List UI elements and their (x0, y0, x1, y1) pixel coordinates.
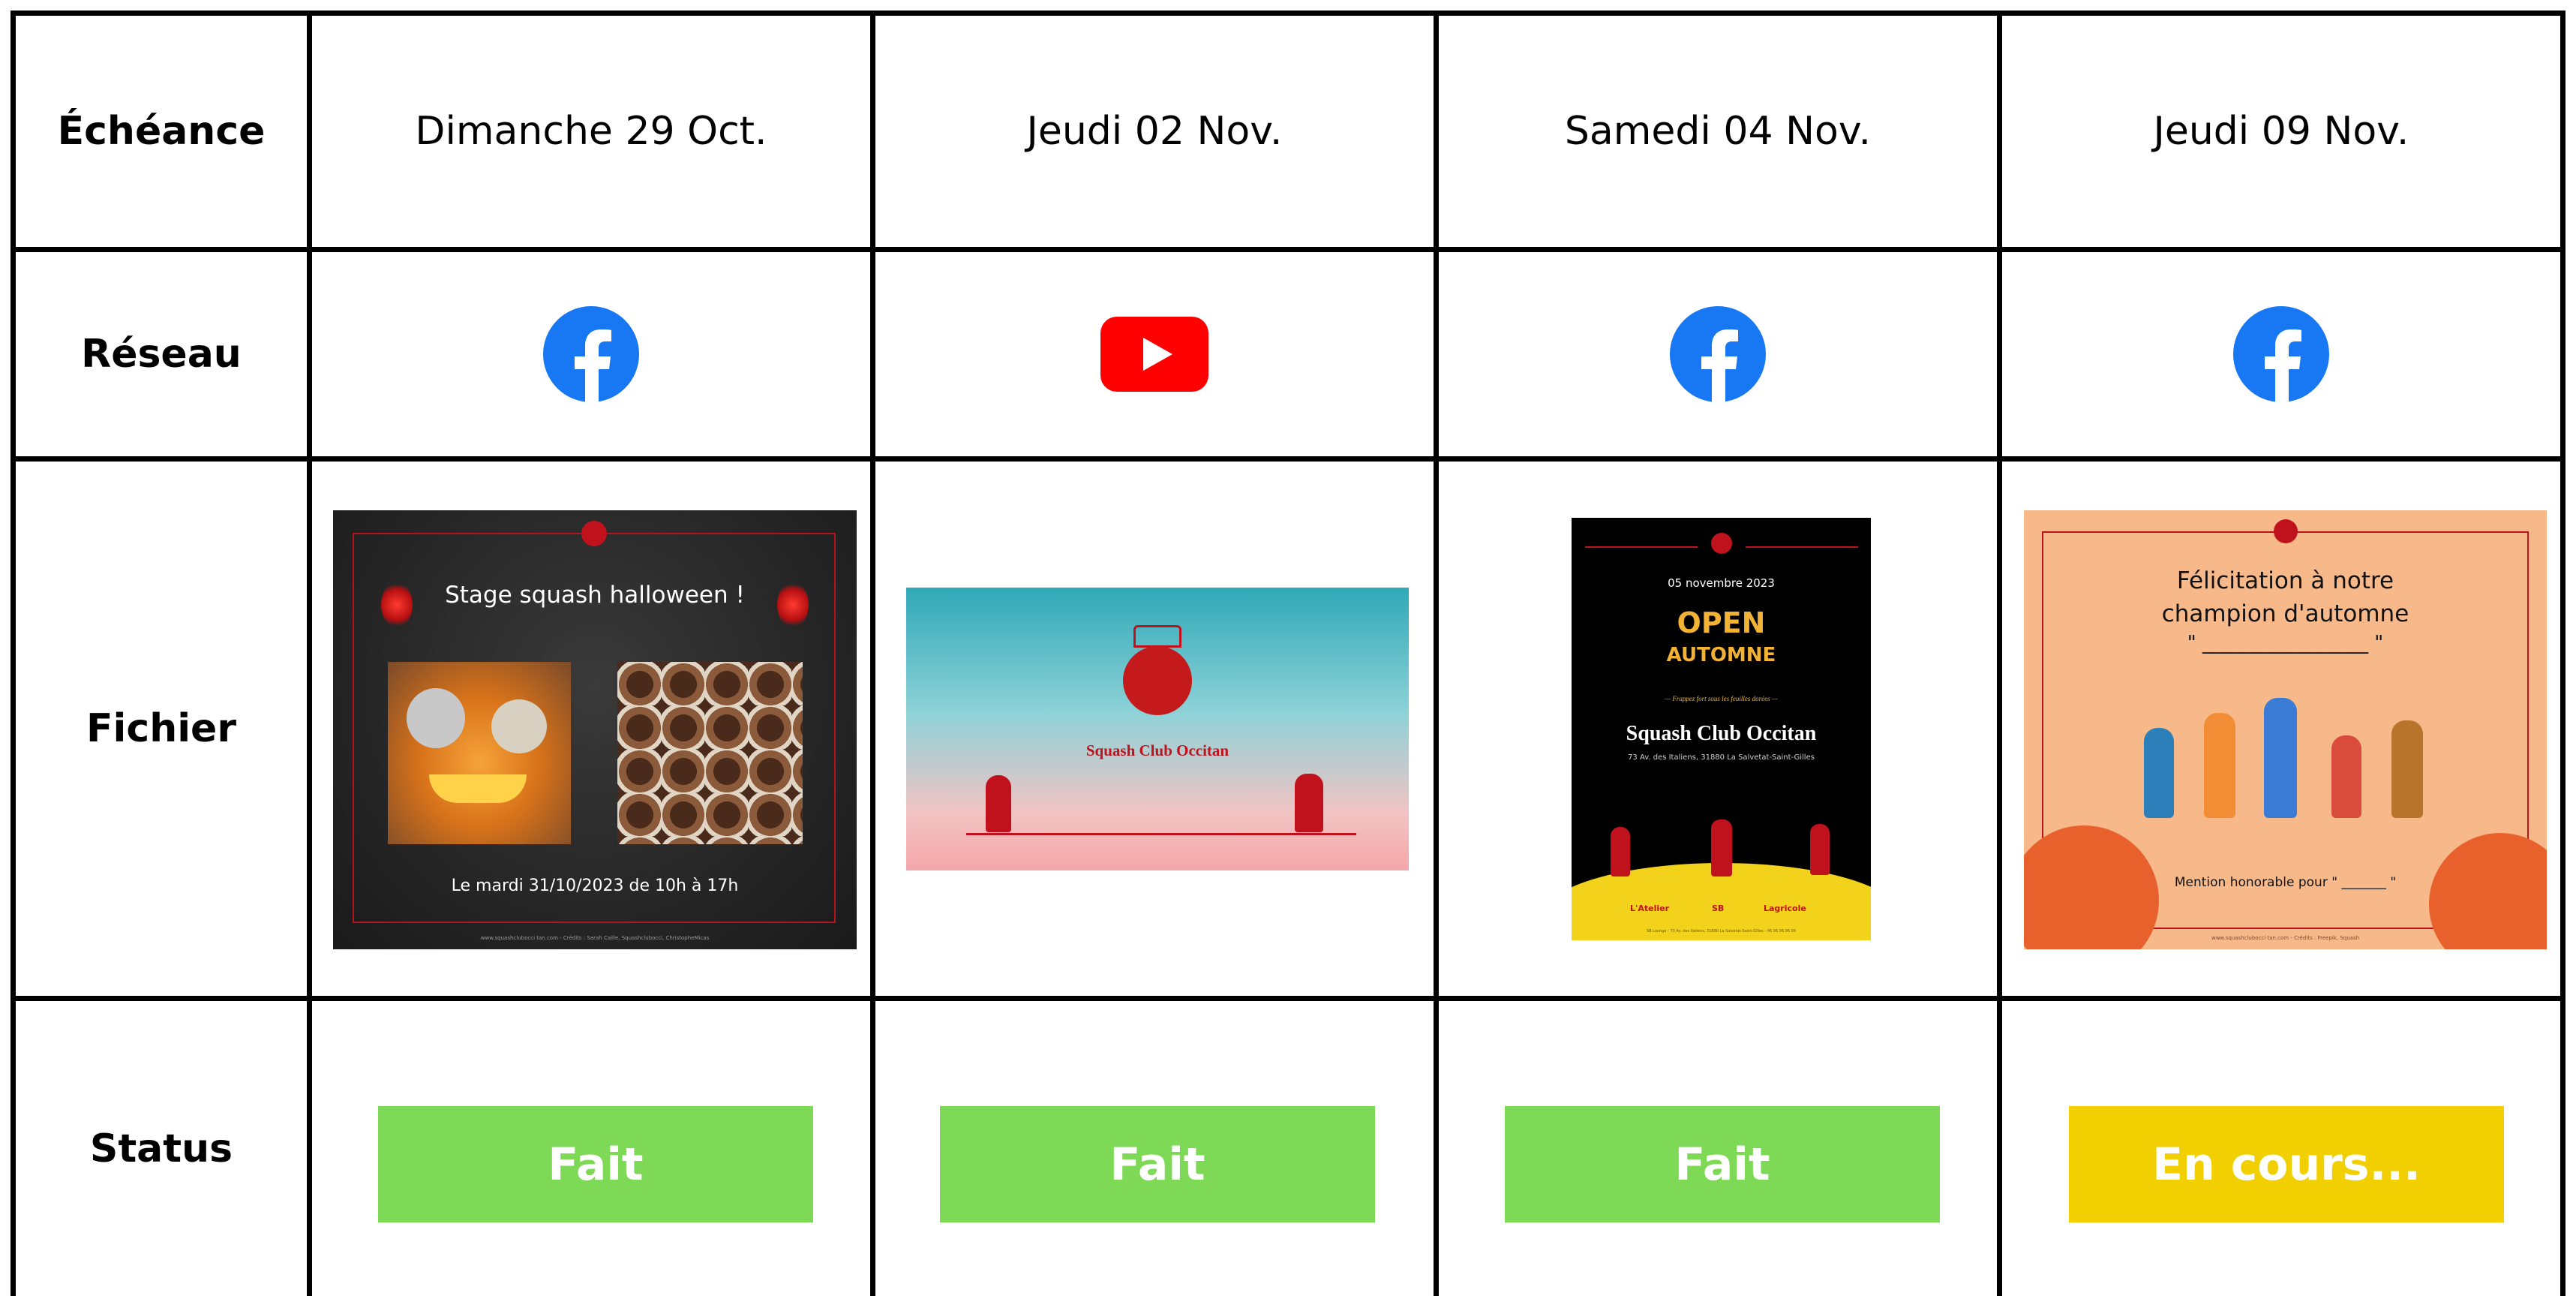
row-label-status: Status (89, 1126, 233, 1171)
row-label-network: Réseau (81, 332, 242, 377)
top-rule-left (1585, 546, 1698, 548)
grid-line-left (11, 11, 16, 1296)
row-label-deadline: Échéance (57, 109, 266, 154)
poster-mention: Mention honorable pour " _______ " (2174, 875, 2397, 890)
poster-footer: www.squashclubocci tan.com - Crédits : F… (2211, 935, 2360, 941)
sponsor-3: Lagricole (1764, 904, 1806, 913)
poster-headline-open: OPEN (1677, 606, 1766, 639)
player-silhouette-3-icon (1810, 824, 1830, 875)
network-cell-2 (875, 252, 1434, 456)
pumpkin-photo (388, 662, 571, 844)
player-silhouette-2-icon (1711, 819, 1732, 877)
grid-line-v1 (307, 11, 312, 1296)
file-thumbnail-champion[interactable]: Félicitation à notre champion d'automne … (2024, 510, 2547, 949)
facebook-icon[interactable] (2233, 306, 2329, 402)
poster-club-name: Squash Club Occitan (1626, 722, 1817, 745)
date-cell-3: Samedi 04 Nov. (1564, 109, 1872, 154)
thumbnail-title: Squash Club Occitan (1085, 741, 1229, 759)
grid-line-v4 (1997, 11, 2002, 1296)
sponsor-1: L'Atelier (1630, 904, 1670, 913)
top-rule-right (1746, 546, 1858, 548)
status-badge-1[interactable]: Fait (378, 1106, 813, 1222)
date-cell-4: Jeudi 09 Nov. (2153, 109, 2409, 154)
grid-line-1 (11, 247, 2565, 252)
grid-line-3 (11, 996, 2565, 1001)
facebook-icon[interactable] (1670, 306, 1766, 402)
poster-headline-automne: AUTOMNE (1666, 644, 1776, 666)
poster-subtitle: Le mardi 31/10/2023 de 10h à 17h (451, 877, 739, 895)
player-left-icon (986, 775, 1011, 832)
date-cell-2: Jeudi 02 Nov. (1026, 109, 1283, 154)
grid-line-v2 (870, 11, 875, 1296)
club-logo-icon (1711, 533, 1732, 554)
grid-line-top (11, 11, 2565, 16)
poster-date: 05 novembre 2023 (1668, 576, 1775, 590)
club-logo-icon (581, 521, 607, 546)
poster-footer: www.squashclubocci tan.com - Crédits : S… (480, 935, 710, 941)
grid-line-v3 (1434, 11, 1439, 1296)
grid-line-2 (11, 456, 2565, 462)
row-label-file: Fichier (86, 706, 236, 751)
club-ball-logo-icon (1123, 646, 1192, 715)
club-logo-icon (2274, 519, 2298, 543)
sponsor-2: SB (1712, 904, 1725, 913)
youtube-icon[interactable] (1100, 317, 1208, 392)
facebook-icon[interactable] (543, 306, 639, 402)
court-line (966, 833, 1356, 835)
cupcakes-photo (617, 662, 803, 844)
file-thumbnail-open-automne[interactable]: 05 novembre 2023 OPEN AUTOMNE — Frappez … (1572, 518, 1871, 940)
network-cell-3 (1439, 252, 1997, 456)
player-right-icon (1295, 774, 1323, 832)
poster-tagline: — Frappez fort sous les feuilles dorées … (1665, 695, 1778, 702)
celebrating-people-illustration (2129, 698, 2444, 825)
file-thumbnail-youtube[interactable]: Squash Club Occitan (906, 588, 1409, 871)
status-badge-4[interactable]: En cours... (2069, 1106, 2504, 1222)
poster-blank-line: " _________________ " (2187, 632, 2384, 654)
poster-footer: SB Lounge - 73 Av. des Italiens, 31880 L… (1646, 929, 1797, 934)
network-cell-4 (2002, 252, 2560, 456)
poster-title: Stage squash halloween ! (445, 582, 745, 609)
network-cell-1 (312, 252, 870, 456)
poster-address: 73 Av. des Italiens, 31880 La Salvetat-S… (1628, 753, 1815, 762)
player-silhouette-1-icon (1611, 827, 1630, 877)
file-thumbnail-halloween[interactable]: Stage squash halloween ! Le mardi 31/10/… (333, 510, 857, 949)
content-calendar-table: Échéance Réseau Fichier Status Dimanche … (0, 0, 2576, 1296)
status-badge-2[interactable]: Fait (940, 1106, 1375, 1222)
grid-line-right (2560, 11, 2565, 1296)
poster-title-line-2: champion d'automne (2161, 600, 2409, 627)
poster-title-line-1: Félicitation à notre (2176, 567, 2394, 594)
club-crown-icon (1133, 625, 1181, 648)
status-badge-3[interactable]: Fait (1505, 1106, 1940, 1222)
date-cell-1: Dimanche 29 Oct. (415, 109, 767, 154)
